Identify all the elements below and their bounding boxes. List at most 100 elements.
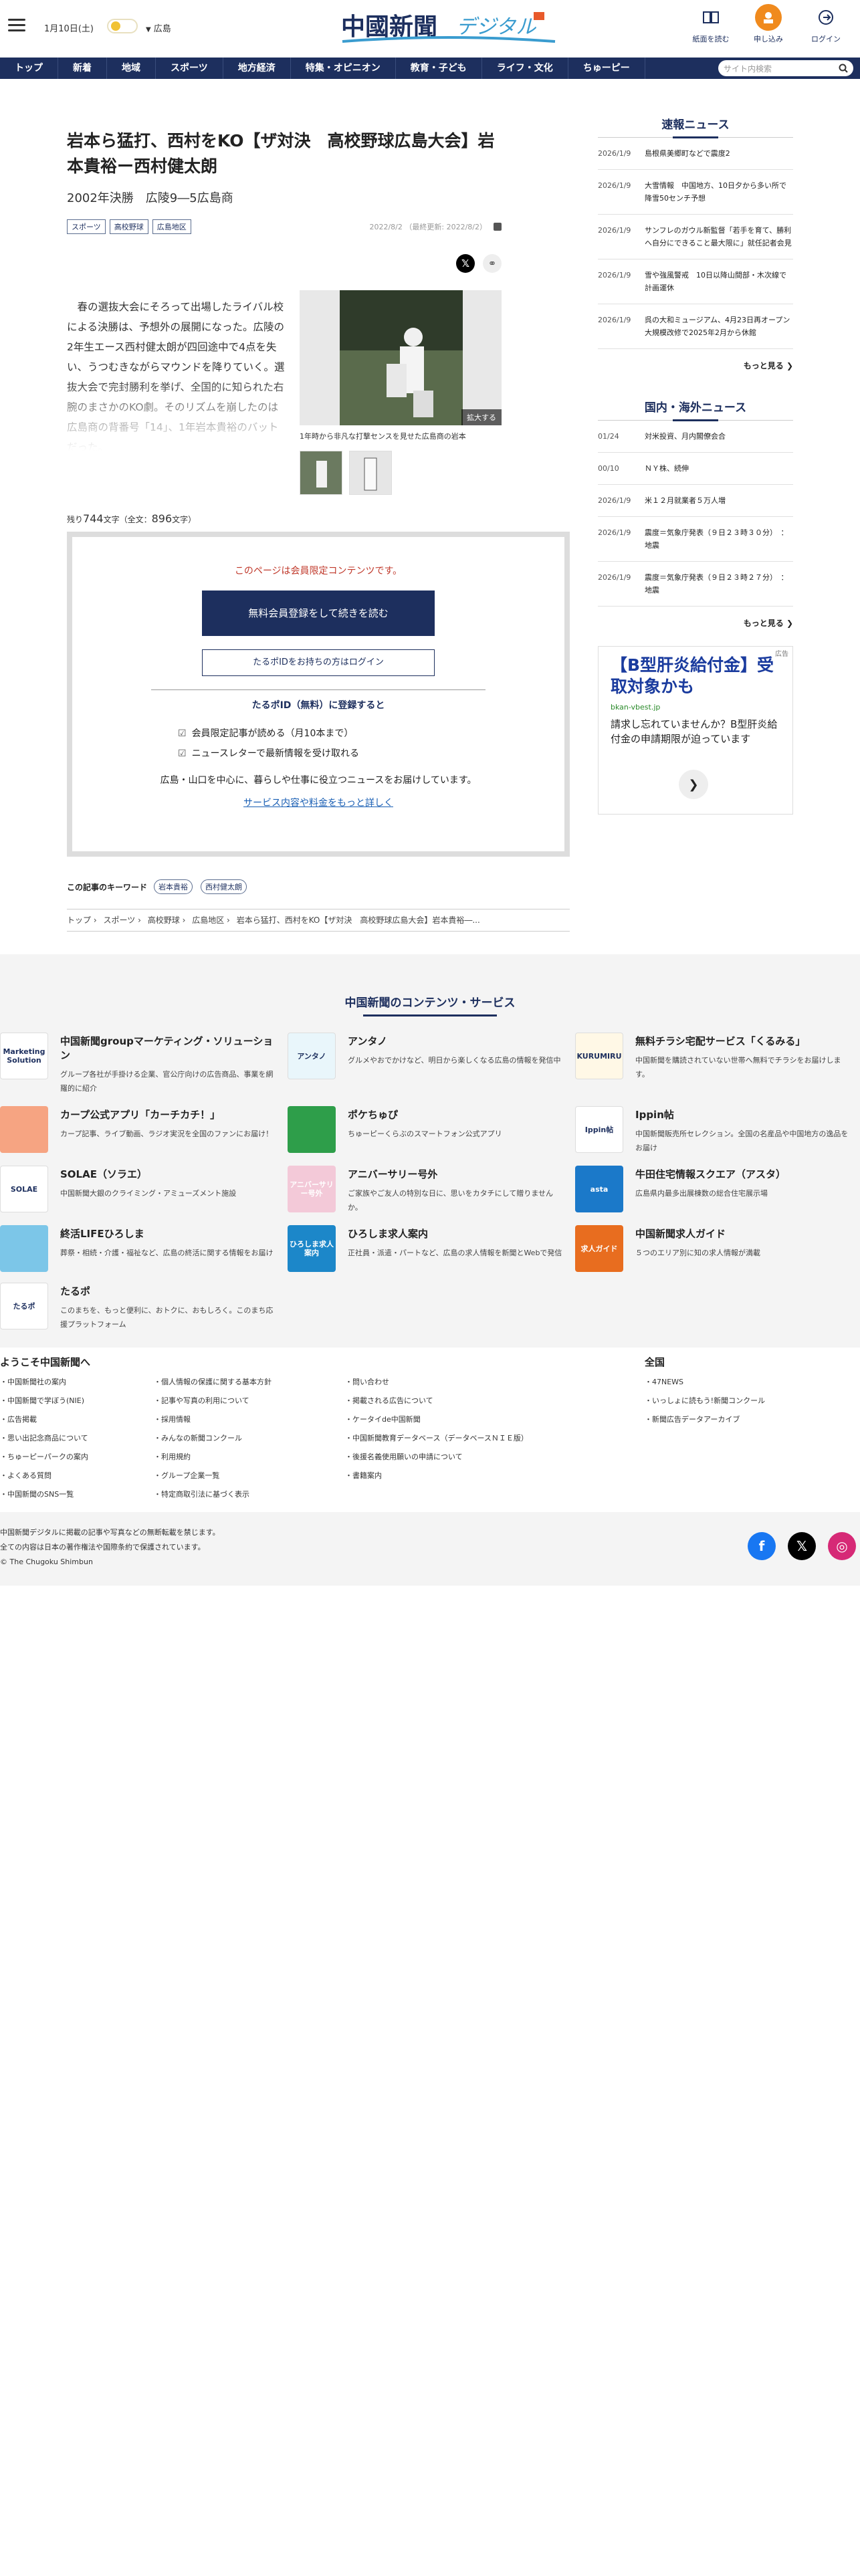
service-name[interactable]: カープ公式アプリ「カーチカチ！」: [60, 1107, 273, 1121]
breadcrumb-item[interactable]: スポーツ: [103, 916, 135, 925]
service-card[interactable]: Marketing Solution 中国新聞groupマーケティング・ソリューシ…: [0, 1033, 288, 1095]
service-name[interactable]: 中国新聞groupマーケティング・ソリューション: [60, 1034, 277, 1062]
nav-sports[interactable]: スポーツ: [156, 58, 223, 79]
login-button[interactable]: たるポIDをお持ちの方はログイン: [202, 649, 435, 676]
service-logo[interactable]: KURUMIRU: [575, 1033, 623, 1079]
ad-banner[interactable]: 広告 【B型肝炎給付金】受取対象かも bkan-vbest.jp 請求し忘れてい…: [598, 646, 793, 815]
breaking-more-link[interactable]: もっと見る: [598, 360, 793, 371]
x-icon[interactable]: 𝕏: [788, 1532, 816, 1560]
nav-opinion[interactable]: 特集・オピニオン: [291, 58, 396, 79]
nav-economy[interactable]: 地方経済: [223, 58, 291, 79]
service-logo[interactable]: SOLAE: [0, 1166, 48, 1212]
x-share-icon[interactable]: 𝕏: [456, 254, 475, 273]
service-name[interactable]: 牛田住宅情報スクエア（アスタ）: [635, 1167, 786, 1181]
service-name[interactable]: 中国新聞求人ガイド: [635, 1226, 760, 1241]
nav-top[interactable]: トップ: [0, 58, 58, 79]
footer-link[interactable]: 中国新聞教育データベース（データベースＮＩＥ版）: [345, 1429, 645, 1448]
tag-baseball[interactable]: 高校野球: [109, 219, 148, 234]
news-item[interactable]: 2026/1/9 大雪情報 中国地方、10日夕から多い所で降雪50センチ予想: [598, 170, 793, 215]
newspaper-button[interactable]: 紙面を読む: [690, 4, 732, 44]
news-item[interactable]: 00/10 ＮＹ株、続伸: [598, 453, 793, 485]
service-card[interactable]: たるポ たるポ このまちを、もっと便利に、おトクに、おもしろく。このまち応援プラット…: [0, 1283, 288, 1331]
news-item[interactable]: 2026/1/9 島根県美郷町などで震度2: [598, 138, 793, 170]
facebook-icon[interactable]: f: [748, 1532, 776, 1560]
service-details-link[interactable]: サービス内容や料金をもっと詳しく: [243, 796, 393, 809]
service-card[interactable]: asta 牛田住宅情報スクエア（アスタ） 広島県内最多出展棟数の総合住宅展示場: [575, 1166, 860, 1214]
footer-link[interactable]: ケータイde中国新聞: [345, 1410, 645, 1429]
link-copy-icon[interactable]: ⚭: [483, 254, 502, 273]
site-logo[interactable]: 中國新聞 デジタル: [338, 7, 559, 45]
menu-icon[interactable]: [8, 19, 25, 32]
article-photo[interactable]: 拡大する: [300, 290, 502, 425]
keyword-tag[interactable]: 岩本貴裕: [154, 879, 193, 894]
service-card[interactable]: ポケちゅぴ ちゅーピーくらぶのスマートフォン公式アプリ: [288, 1106, 575, 1155]
service-logo[interactable]: ひろしま求人案内: [288, 1225, 336, 1272]
service-logo[interactable]: asta: [575, 1166, 623, 1212]
footer-link[interactable]: 個人情報の保護に関する基本方針: [154, 1373, 345, 1392]
instagram-icon[interactable]: ◎: [828, 1532, 856, 1560]
service-logo[interactable]: Ippin帖: [575, 1106, 623, 1153]
service-card[interactable]: 求人ガイド 中国新聞求人ガイド ５つのエリア別に知の求人情報が満載: [575, 1225, 860, 1272]
footer-link[interactable]: 採用情報: [154, 1410, 345, 1429]
keyword-tag[interactable]: 西村健太朗: [201, 879, 247, 894]
footer-link[interactable]: よくある質問: [0, 1467, 154, 1485]
footer-link[interactable]: 中国新聞社の案内: [0, 1373, 154, 1392]
news-headline[interactable]: ＮＹ株、続伸: [645, 462, 689, 475]
service-name[interactable]: ポケちゅぴ: [348, 1107, 502, 1121]
nav-region[interactable]: 地域: [107, 58, 156, 79]
footer-link[interactable]: 掲載される広告について: [345, 1392, 645, 1410]
footer-link[interactable]: 広告掲載: [0, 1410, 154, 1429]
service-card[interactable]: アニバーサリー号外 アニバーサリー号外 ご家族やご友人の特別な日に、思いをカタチにし…: [288, 1166, 575, 1214]
service-name[interactable]: アンタノ: [348, 1034, 560, 1048]
footer-link[interactable]: 利用規約: [154, 1448, 345, 1467]
search-input[interactable]: サイト内検索: [718, 60, 853, 76]
service-name[interactable]: たるポ: [60, 1284, 277, 1298]
service-name[interactable]: 無料チラシ宅配サービス「くるみる」: [635, 1034, 849, 1048]
chevron-right-icon[interactable]: ❯: [679, 770, 708, 799]
world-more-link[interactable]: もっと見る: [598, 617, 793, 629]
tag-hiroshima[interactable]: 広島地区: [152, 219, 191, 234]
news-headline[interactable]: 震度＝気象庁発表（９日２３時３０分） ：地震: [645, 526, 793, 552]
search-icon[interactable]: [839, 64, 848, 73]
service-logo[interactable]: Marketing Solution: [0, 1033, 48, 1079]
service-name[interactable]: 終活LIFEひろしま: [60, 1226, 273, 1241]
news-item[interactable]: 2026/1/9 震度＝気象庁発表（９日２３時３０分） ：地震: [598, 517, 793, 562]
weather-toggle-icon[interactable]: [107, 19, 138, 33]
news-headline[interactable]: 雪や強風警戒 10日以降山間部・木次線で計画運休: [645, 269, 793, 294]
nav-chupy[interactable]: ちゅーピー: [568, 58, 645, 79]
news-item[interactable]: 2026/1/9 米１２月就業者５万人増: [598, 485, 793, 517]
nav-education[interactable]: 教育・子ども: [396, 58, 482, 79]
apply-button[interactable]: 申し込み: [748, 4, 789, 44]
footer-link[interactable]: ちゅーピーパークの案内: [0, 1448, 154, 1467]
breadcrumb-item[interactable]: 広島地区: [192, 916, 224, 925]
footer-link[interactable]: 問い合わせ: [345, 1373, 645, 1392]
footer-link[interactable]: 新聞広告データアーカイブ: [645, 1410, 845, 1429]
service-logo[interactable]: アニバーサリー号外: [288, 1166, 336, 1212]
service-name[interactable]: アニバーサリー号外: [348, 1167, 564, 1181]
news-headline[interactable]: 島根県美郷町などで震度2: [645, 147, 730, 160]
login-button[interactable]: ログイン: [805, 4, 847, 44]
footer-link[interactable]: 中国新聞のSNS一覧: [0, 1485, 154, 1504]
service-name[interactable]: ひろしま求人案内: [348, 1226, 562, 1241]
service-card[interactable]: KURUMIRU 無料チラシ宅配サービス「くるみる」 中国新聞を購読されていない世帯…: [575, 1033, 860, 1095]
service-logo[interactable]: アンタノ: [288, 1033, 336, 1079]
service-card[interactable]: SOLAE SOLAE（ソラエ） 中国新聞大銀のクライミング・アミューズメント施設: [0, 1166, 288, 1214]
service-logo[interactable]: 求人ガイド: [575, 1225, 623, 1272]
footer-link[interactable]: グループ企業一覧: [154, 1467, 345, 1485]
footer-link[interactable]: みんなの新聞コンクール: [154, 1429, 345, 1448]
photo-thumbnail[interactable]: [300, 451, 342, 495]
service-name[interactable]: Ippin帖: [635, 1107, 849, 1121]
news-item[interactable]: 2026/1/9 呉の大和ミュージアム、4月23日再オープン 大規模改修で2025…: [598, 304, 797, 349]
footer-link[interactable]: 記事や写真の利用について: [154, 1392, 345, 1410]
news-headline[interactable]: 対米投資、月内閣僚会合: [645, 430, 726, 443]
footer-link[interactable]: 思い出記念商品について: [0, 1429, 154, 1448]
news-headline[interactable]: サンフレのガウル新監督「若手を育て、勝利へ自分にできること最大限に」就任記者会見: [645, 224, 793, 249]
service-logo[interactable]: [288, 1106, 336, 1153]
photo-zoom-button[interactable]: 拡大する: [461, 409, 502, 425]
news-item[interactable]: 2026/1/9 震度＝気象庁発表（９日２３時２７分） ：地震: [598, 562, 793, 607]
news-headline[interactable]: 呉の大和ミュージアム、4月23日再オープン 大規模改修で2025年2月から休館: [645, 314, 797, 339]
service-card[interactable]: アンタノ アンタノ グルメやおでかけなど、明日から楽しくなる広島の情報を発信中: [288, 1033, 575, 1095]
service-logo[interactable]: [0, 1225, 48, 1272]
service-logo[interactable]: [0, 1106, 48, 1153]
news-headline[interactable]: 震度＝気象庁発表（９日２３時２７分） ：地震: [645, 571, 793, 597]
